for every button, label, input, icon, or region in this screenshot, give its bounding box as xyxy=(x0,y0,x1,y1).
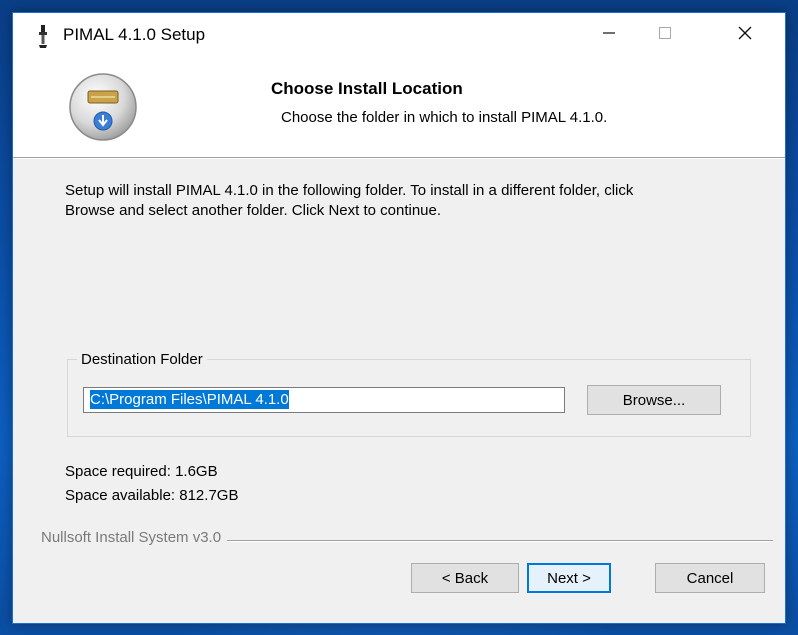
page-title: Choose Install Location xyxy=(271,79,463,98)
intro-line-1: Setup will install PIMAL 4.1.0 in the fo… xyxy=(65,182,634,199)
branding-row: Nullsoft Install System v3.0 xyxy=(41,529,773,549)
setup-window: PIMAL 4.1.0 Setup Choose Install Locatio… xyxy=(12,12,786,624)
browse-button[interactable]: Browse... xyxy=(587,385,721,415)
minimize-icon xyxy=(602,26,616,45)
intro-text: Setup will install PIMAL 4.1.0 in the fo… xyxy=(65,181,745,221)
header-divider xyxy=(13,157,785,159)
destination-path-value: C:\Program Files\PIMAL 4.1.0 xyxy=(90,390,289,409)
installer-disc-icon xyxy=(67,71,139,143)
maximize-icon xyxy=(658,26,672,45)
close-button[interactable] xyxy=(717,17,773,53)
next-button[interactable]: Next > xyxy=(527,563,611,593)
title-bar[interactable]: PIMAL 4.1.0 Setup xyxy=(13,13,785,57)
intro-line-2: Browse and select another folder. Click … xyxy=(65,202,442,219)
minimize-button[interactable] xyxy=(581,17,637,53)
wizard-header: Choose Install Location Choose the folde… xyxy=(13,57,785,157)
window-title: PIMAL 4.1.0 Setup xyxy=(63,25,206,44)
close-icon xyxy=(737,25,753,46)
branding-text: Nullsoft Install System v3.0 xyxy=(41,529,228,546)
page-subtitle: Choose the folder in which to install PI… xyxy=(281,109,608,126)
maximize-button[interactable] xyxy=(637,17,693,53)
space-required: Space required: 1.6GB xyxy=(65,463,218,480)
cancel-button[interactable]: Cancel xyxy=(655,563,765,593)
space-available: Space available: 812.7GB xyxy=(65,487,239,504)
installer-app-icon xyxy=(33,23,53,49)
destination-folder-label: Destination Folder xyxy=(77,351,207,368)
back-button[interactable]: < Back xyxy=(411,563,519,593)
destination-path-input[interactable]: C:\Program Files\PIMAL 4.1.0 xyxy=(83,387,565,413)
